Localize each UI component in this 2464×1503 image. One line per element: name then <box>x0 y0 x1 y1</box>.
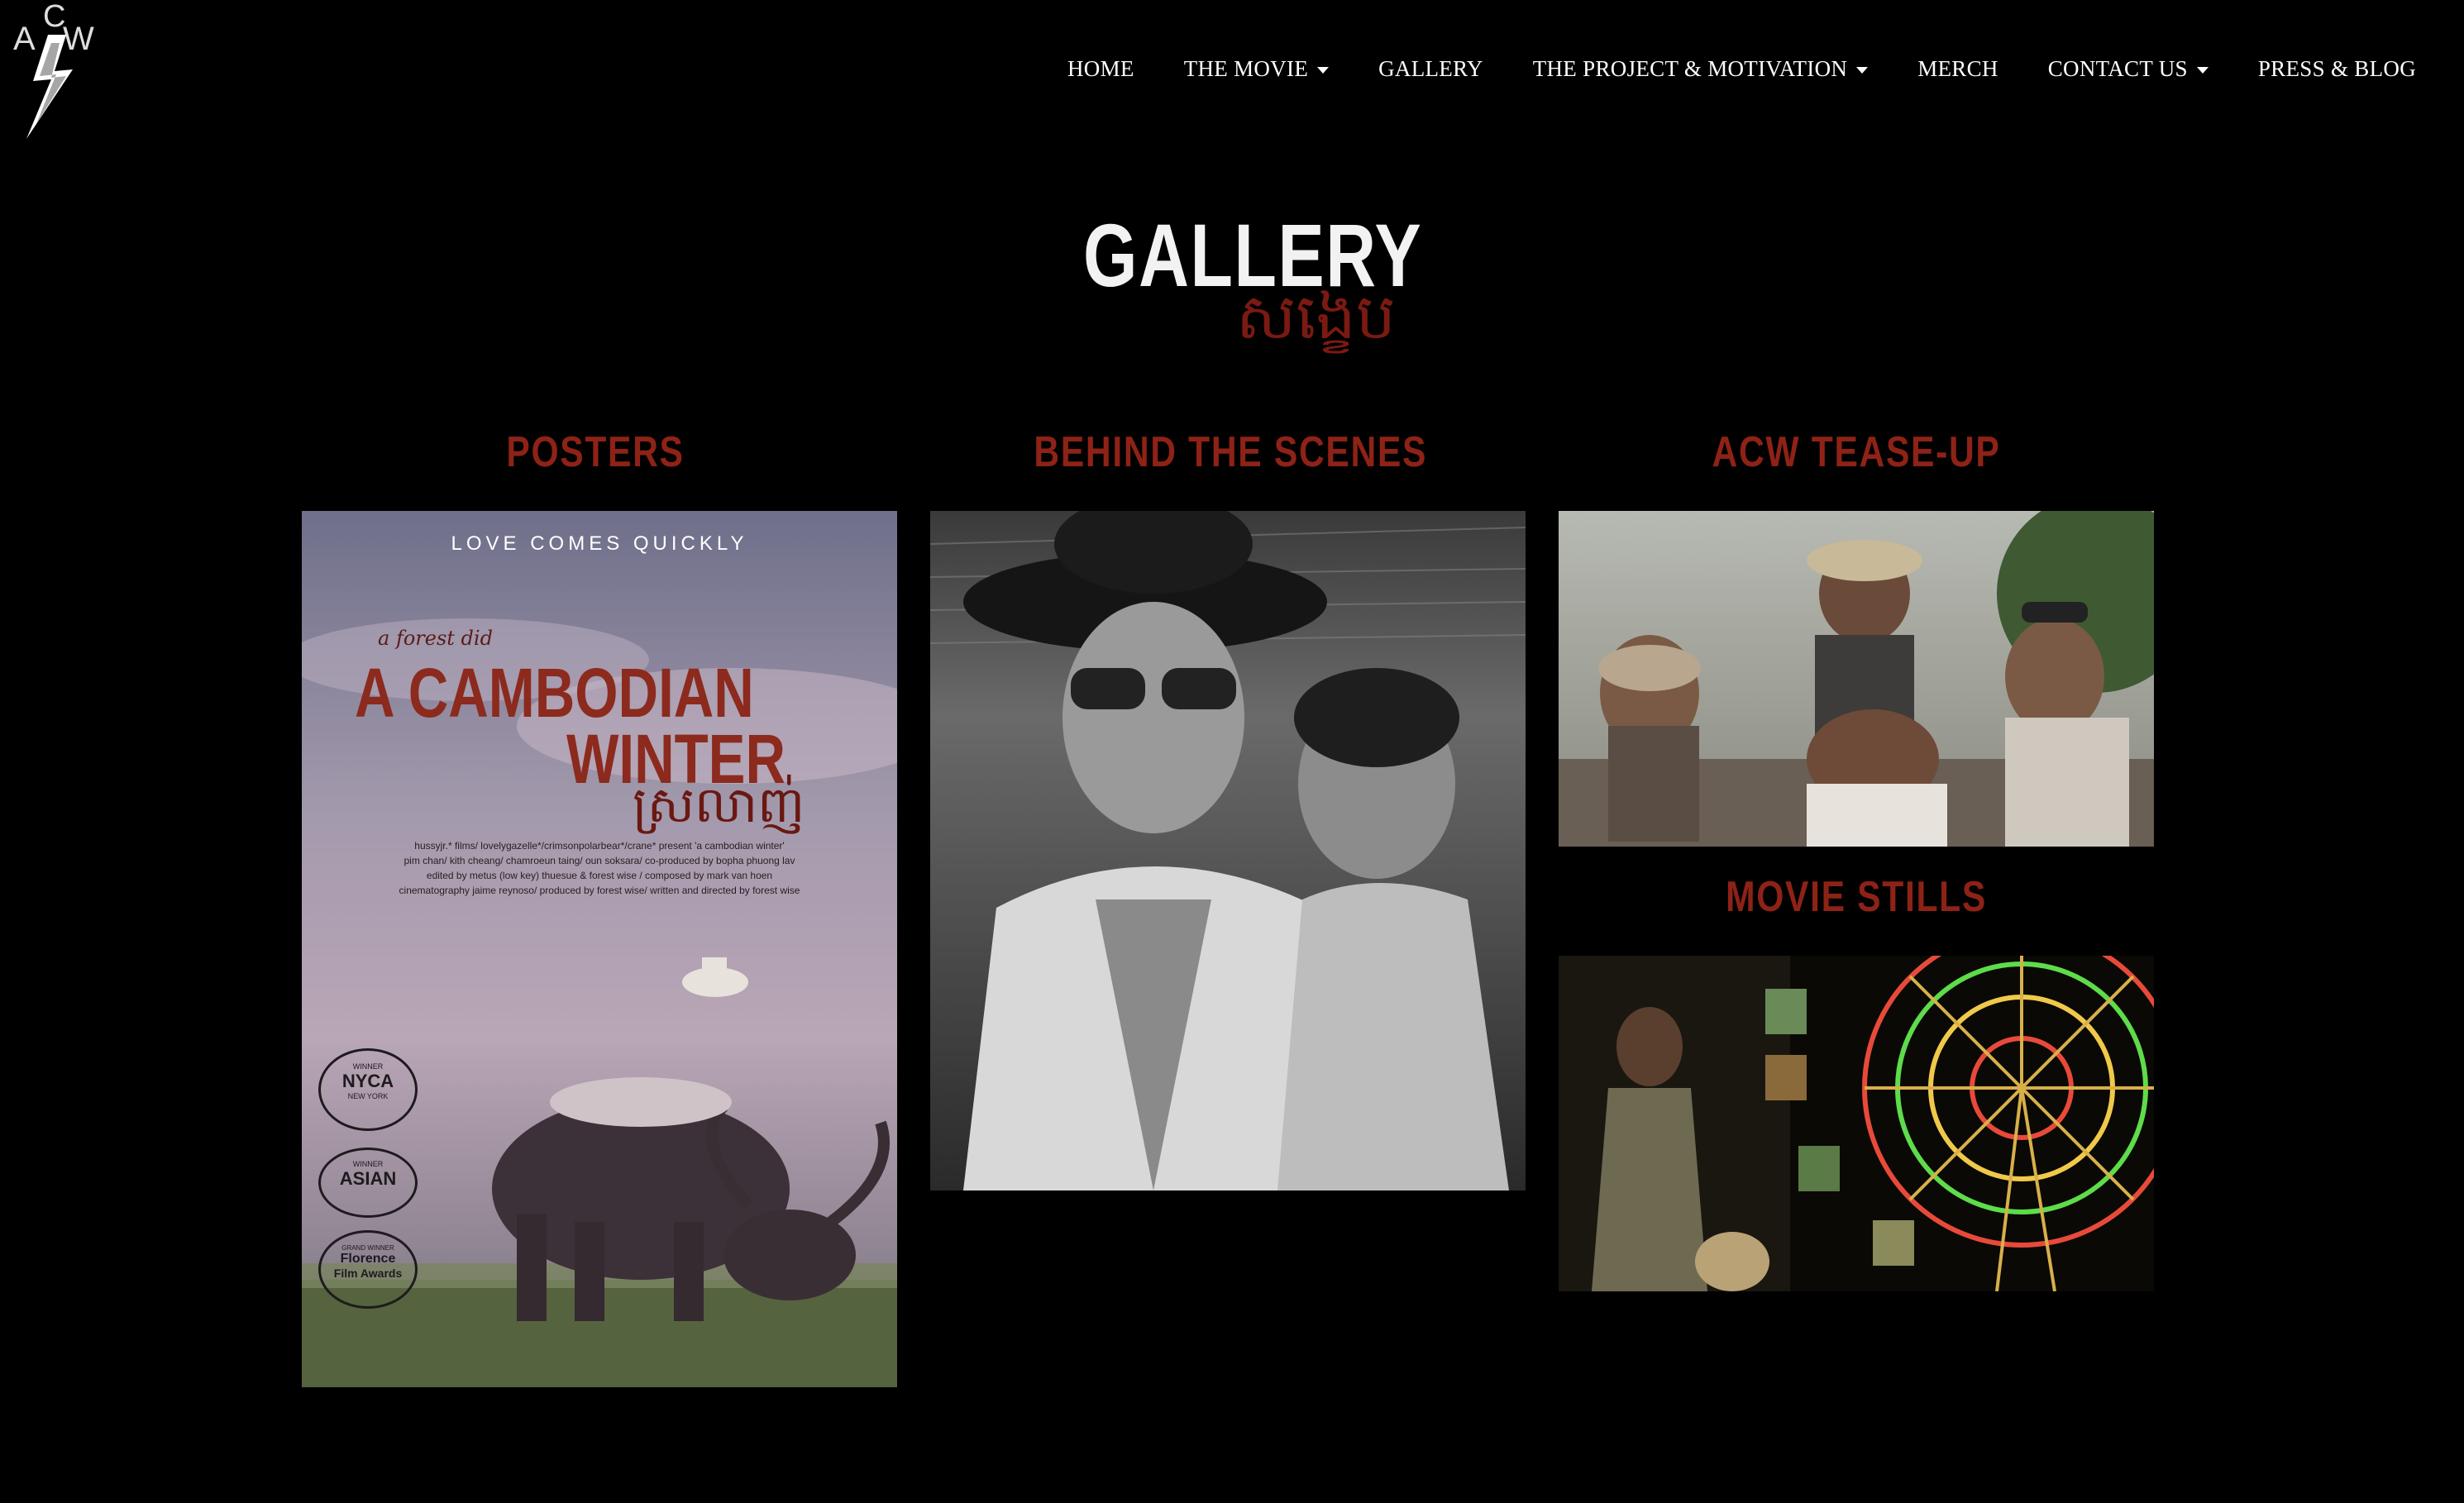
caret-down-icon <box>2196 67 2209 74</box>
main-nav: HOME THE MOVIE GALLERY THE PROJECT & MOT… <box>1067 56 2416 82</box>
laurel-florence-line-2: Film Awards <box>333 1267 403 1280</box>
laurel-asian-top: WINNER <box>352 1160 384 1168</box>
poster-title-khmer: ស្រលាញ់ <box>633 776 805 834</box>
nav-gallery[interactable]: GALLERY <box>1378 56 1483 82</box>
behind-the-scenes-tile[interactable] <box>930 511 1526 1190</box>
laurel-nyca-top: WINNER <box>352 1062 384 1071</box>
nav-contact-us[interactable]: CONTACT US <box>2048 56 2209 82</box>
poster-credits-4: cinematography jaime reynoso/ produced b… <box>399 885 800 896</box>
movie-stills-tile[interactable] <box>1559 956 2154 1291</box>
poster-credits-3: edited by metus (low key) thuesue & fore… <box>426 870 773 881</box>
nav-press-blog[interactable]: PRESS & BLOG <box>2258 56 2416 82</box>
nav-press-label: PRESS & BLOG <box>2257 56 2416 81</box>
nav-merch[interactable]: MERCH <box>1917 56 1998 82</box>
nav-gallery-label: GALLERY <box>1378 56 1483 81</box>
poster-credits-2: pim chan/ kith cheang/ chamroeun taing/ … <box>404 855 795 866</box>
nav-the-movie[interactable]: THE MOVIE <box>1183 56 1330 82</box>
behind-the-scenes-image <box>930 511 1526 1190</box>
site-logo[interactable]: C A W <box>8 0 99 145</box>
movie-stills-image <box>1559 956 2154 1291</box>
page: C A W HOME THE MOVIE GALLERY THE PROJECT… <box>0 0 2464 1503</box>
caret-down-icon <box>1856 67 1869 74</box>
laurel-asian-title: ASIAN <box>339 1168 397 1189</box>
nav-home-label: HOME <box>1067 56 1134 81</box>
nav-project-label: THE PROJECT & MOTIVATION <box>1532 56 1848 81</box>
poster-byline: a forest did <box>378 627 493 650</box>
laurel-florence-line-1: Florence <box>340 1252 396 1266</box>
nav-the-movie-label: THE MOVIE <box>1183 56 1309 81</box>
laurel-nyca-sub: NEW YORK <box>347 1092 389 1100</box>
poster-tile[interactable]: LOVE COMES QUICKLY a forest did A CAMBOD… <box>302 511 897 1387</box>
lightning-logo-icon: C A W <box>13 0 94 139</box>
section-heading-movie-stills: MOVIE STILLS <box>1726 873 1987 921</box>
laurel-florence-top: GRAND WINNER <box>341 1244 394 1252</box>
laurel-nyca: WINNER NYCA NEW YORK <box>318 1048 418 1131</box>
poster-tagline: LOVE COMES QUICKLY <box>451 532 748 555</box>
section-heading-posters: POSTERS <box>506 428 685 476</box>
section-heading-behind-the-scenes: BEHIND THE SCENES <box>1034 428 1428 476</box>
page-title-khmer: សង្ខេប <box>1236 279 1396 353</box>
poster-credits-1: hussyjr.* films/ lovelygazelle*/crimsonp… <box>414 840 785 852</box>
svg-text:W: W <box>63 21 94 57</box>
nav-home[interactable]: HOME <box>1067 56 1134 82</box>
acw-tease-up-image <box>1559 511 2154 847</box>
acw-tease-up-tile[interactable] <box>1559 511 2154 847</box>
svg-text:A: A <box>13 21 36 57</box>
nav-contact-label: CONTACT US <box>2047 56 2188 81</box>
laurel-florence: GRAND WINNER Florence Film Awards <box>318 1230 418 1309</box>
section-heading-acw-tease-up: ACW TEASE-UP <box>1712 428 2001 476</box>
nav-project-motivation[interactable]: THE PROJECT & MOTIVATION <box>1532 56 1869 82</box>
laurel-nyca-title: NYCA <box>341 1071 394 1091</box>
nav-merch-label: MERCH <box>1917 56 1998 81</box>
laurel-asian: WINNER ASIAN <box>318 1148 418 1218</box>
page-title: GALLERY សង្ខេប <box>1083 211 1430 368</box>
caret-down-icon <box>1317 67 1330 74</box>
